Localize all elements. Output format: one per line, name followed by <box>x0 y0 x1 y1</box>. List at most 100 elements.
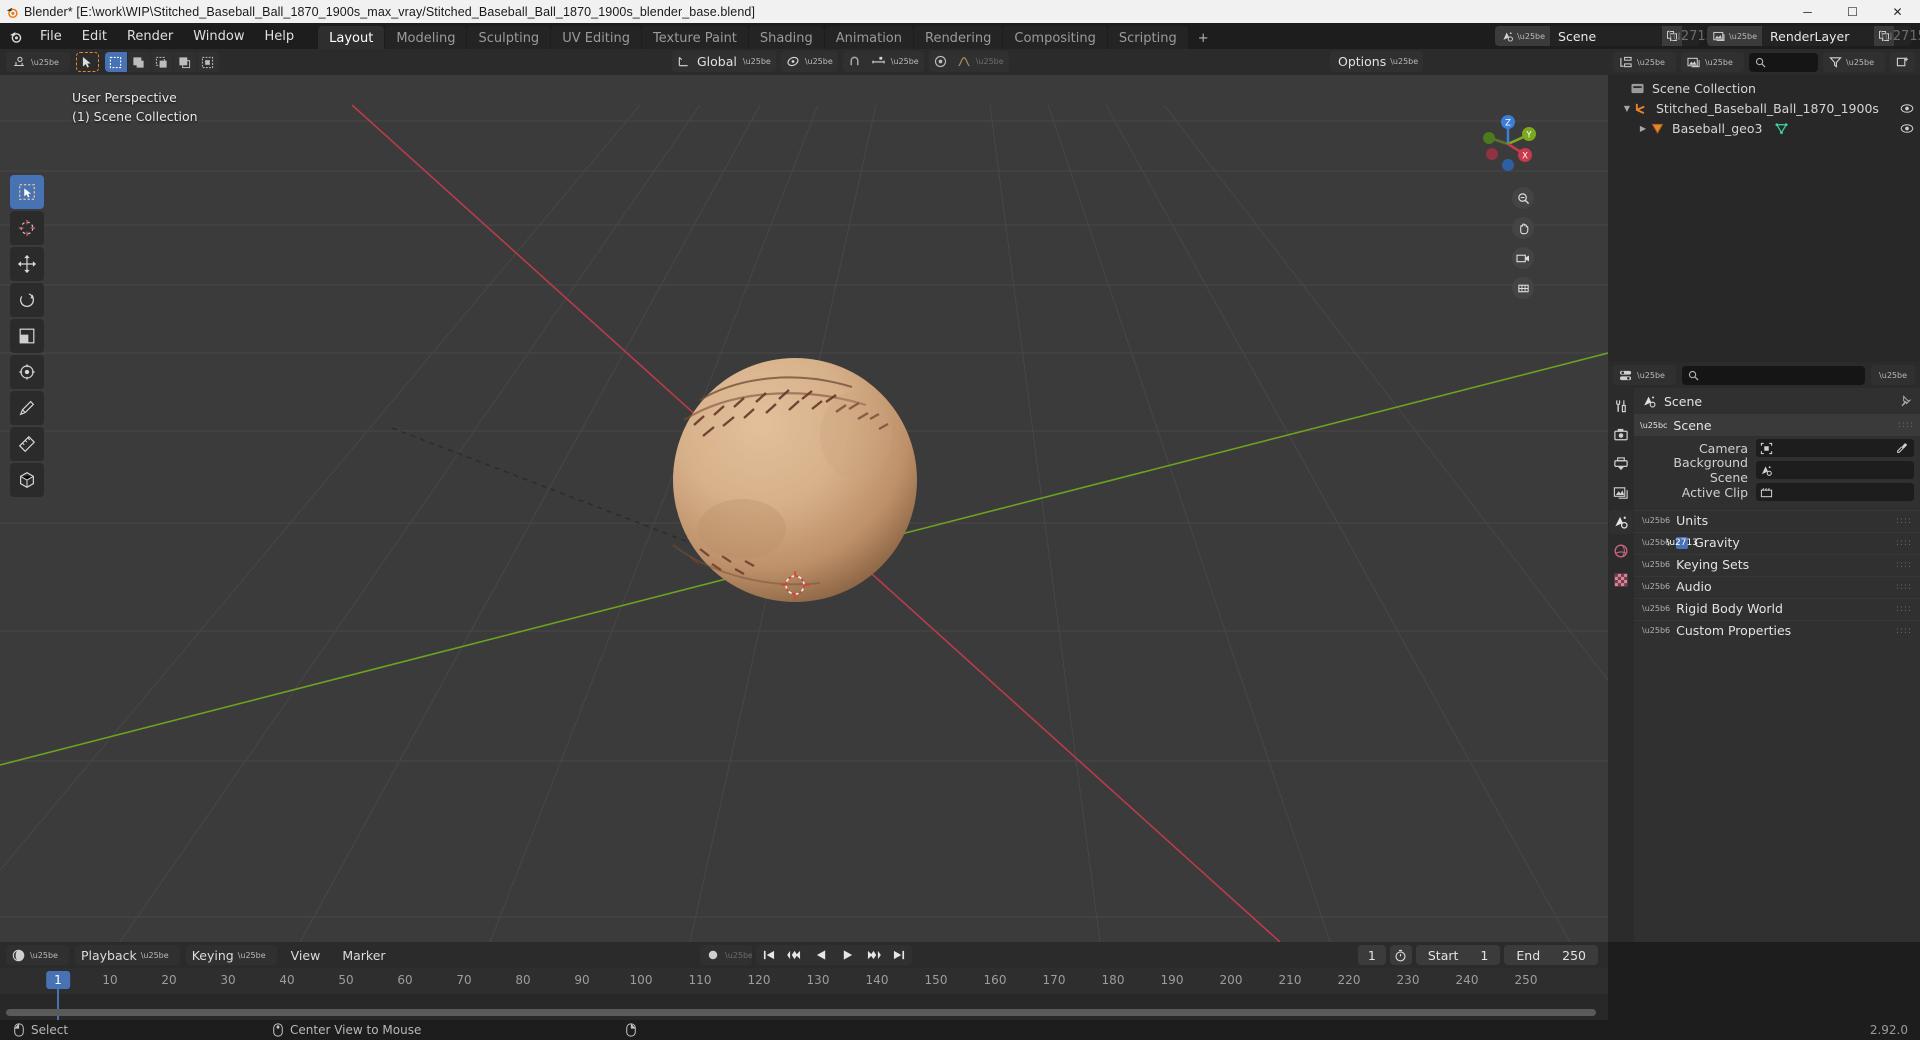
camera-field[interactable] <box>1756 439 1914 457</box>
close-button[interactable]: ✕ <box>1875 0 1920 23</box>
workspace-tab-animation[interactable]: Animation <box>824 26 913 49</box>
workspace-tab-rendering[interactable]: Rendering <box>914 26 1003 49</box>
visibility-eye-icon[interactable] <box>1900 123 1914 134</box>
scene-panel-header[interactable]: \u25bc Scene :::: <box>1634 414 1920 436</box>
properties-editor[interactable]: \u25be \u25be Scene \u25bc Scene:::: Ca… <box>1608 362 1920 942</box>
menu-render[interactable]: Render <box>117 26 183 47</box>
jump-to-end-button[interactable] <box>886 945 912 965</box>
properties-options-chevron-down-icon[interactable]: \u25be <box>1871 365 1915 385</box>
previous-keyframe-button[interactable] <box>782 945 808 965</box>
properties-tab-tool[interactable] <box>1609 394 1633 418</box>
properties-tab-output[interactable] <box>1609 452 1633 476</box>
scene-name[interactable]: Scene <box>1550 29 1662 44</box>
properties-search-input[interactable] <box>1681 365 1866 385</box>
property-row-background-scene[interactable]: Background Scene <box>1634 455 1914 485</box>
pin-icon[interactable] <box>1899 394 1912 408</box>
menu-window[interactable]: Window <box>183 26 254 47</box>
jump-to-start-button[interactable] <box>756 945 782 965</box>
outliner-editor[interactable]: \u25be \u25be \u25be Scene Collection ▼ … <box>1608 49 1920 362</box>
workspace-tab-texture-paint[interactable]: Texture Paint <box>642 26 748 49</box>
magnet-icon[interactable] <box>843 51 866 72</box>
minimize-button[interactable]: ─ <box>1785 0 1830 23</box>
outliner-row-scene-collection[interactable]: Scene Collection <box>1608 78 1920 98</box>
properties-editor-type-icon[interactable]: \u25be <box>1613 365 1676 385</box>
add-workspace-button[interactable]: + <box>1189 26 1218 49</box>
workspace-tab-sculpting[interactable]: Sculpting <box>467 26 551 49</box>
start-frame-field[interactable]: Start 1 <box>1415 945 1501 965</box>
timeline-editor[interactable]: \u25be Playback \u25be Keying \u25be View … <box>0 942 1608 1020</box>
tool-add-cube[interactable] <box>10 463 44 497</box>
mesh-data-icon[interactable] <box>1774 122 1789 135</box>
workspace-tab-layout[interactable]: Layout <box>318 26 385 49</box>
select-set-button[interactable] <box>104 52 127 72</box>
property-row-active-clip[interactable]: Active Clip <box>1634 482 1914 502</box>
remove-view-layer-button[interactable]: \u2715 <box>1880 26 1920 46</box>
outliner-disclosure[interactable]: ▼ <box>1620 104 1634 113</box>
snap-target-icon[interactable] <box>866 51 891 72</box>
snapping-controls[interactable]: \u25be <box>842 51 924 72</box>
transform-orientation-dropdown[interactable]: Global \u25be <box>672 51 776 72</box>
editor-type-icon[interactable]: \u25be <box>6 52 70 72</box>
properties-tab-texture[interactable] <box>1609 568 1633 592</box>
navigation-gizmo[interactable]: Z Y X <box>1472 108 1544 180</box>
viewlayer-selector[interactable]: \u25be RenderLayer \u2715 <box>1707 26 1920 46</box>
subpanel-units[interactable]: \u25b6 Units :::: <box>1634 510 1920 530</box>
outliner-disclosure[interactable]: ▶ <box>1636 124 1650 133</box>
zoom-icon[interactable] <box>1512 187 1534 209</box>
viewport-3d[interactable]: User Perspective (1) Scene Collection Z … <box>0 75 1608 942</box>
playhead[interactable]: 1 <box>46 971 70 989</box>
eyedropper-icon[interactable] <box>1894 442 1910 454</box>
pan-hand-icon[interactable] <box>1512 217 1534 239</box>
outliner-tree[interactable]: Scene Collection ▼ Stitched_Baseball_Bal… <box>1608 75 1920 138</box>
subpanel-rigid-body-world[interactable]: \u25b6 Rigid Body World :::: <box>1634 598 1920 618</box>
proportional-editing-controls[interactable]: \u25be <box>928 51 1009 72</box>
tool-measure[interactable] <box>10 427 44 461</box>
timeline-ruler[interactable]: 10 20 30 40 50 60 70 80 90 100 110 120 1… <box>0 968 1608 1020</box>
properties-tab-view-layer[interactable] <box>1609 481 1633 505</box>
options-dropdown[interactable]: Options \u25be <box>1330 51 1424 72</box>
timeline-menu-view[interactable]: View <box>283 946 329 965</box>
tweak-tool-button[interactable] <box>75 52 99 72</box>
remove-scene-button[interactable]: \u2715 <box>1668 26 1714 46</box>
tool-move[interactable] <box>10 247 44 281</box>
select-intersect-button[interactable] <box>196 52 219 72</box>
workspace-tab-scripting[interactable]: Scripting <box>1107 26 1188 49</box>
subpanel-gravity[interactable]: \u25b6 \u2713 Gravity :::: <box>1634 532 1920 552</box>
workspace-tab-compositing[interactable]: Compositing <box>1003 26 1107 49</box>
auto-keying-options-chevron-down-icon[interactable]: \u25be <box>725 945 752 965</box>
falloff-curve-icon[interactable] <box>952 51 976 72</box>
camera-view-icon[interactable] <box>1512 247 1534 269</box>
tool-scale[interactable] <box>10 319 44 353</box>
properties-tab-scene[interactable] <box>1609 510 1633 534</box>
maximize-button[interactable]: ☐ <box>1830 0 1875 23</box>
tool-select-box[interactable] <box>10 175 44 209</box>
select-extend-button[interactable] <box>127 52 150 72</box>
proportional-editing-icon[interactable] <box>929 51 952 72</box>
record-auto-keying-button[interactable] <box>700 945 726 965</box>
workspace-tab-modeling[interactable]: Modeling <box>385 26 467 49</box>
properties-tab-render[interactable] <box>1609 423 1633 447</box>
outliner-display-mode-icon[interactable]: \u25be <box>1680 52 1744 72</box>
tool-transform[interactable] <box>10 355 44 389</box>
view-layer-name[interactable]: RenderLayer <box>1762 29 1874 44</box>
background-scene-field[interactable] <box>1756 461 1914 479</box>
menu-help[interactable]: Help <box>255 26 305 47</box>
scene-icon[interactable]: \u25be <box>1495 26 1551 46</box>
outliner-search-input[interactable] <box>1748 52 1819 72</box>
select-subtract-button[interactable] <box>150 52 173 72</box>
active-clip-field[interactable] <box>1756 483 1914 501</box>
end-frame-field[interactable]: End 250 <box>1504 945 1598 965</box>
play-reverse-button[interactable] <box>808 945 834 965</box>
gravity-checkbox[interactable]: \u2713 <box>1666 536 1698 549</box>
timeline-editor-type-icon[interactable]: \u25be <box>6 945 69 965</box>
scene-selector[interactable]: \u25be Scene \u2715 <box>1495 26 1714 46</box>
timeline-menu-keying[interactable]: Keying \u25be <box>185 945 277 965</box>
outliner-row-mesh[interactable]: ▶ Baseball_geo3 <box>1608 118 1920 138</box>
play-button[interactable] <box>834 945 860 965</box>
subpanel-custom-properties[interactable]: \u25b6 Custom Properties :::: <box>1634 620 1920 640</box>
viewport-canvas[interactable] <box>0 75 1608 942</box>
current-frame-field[interactable]: 1 <box>1357 945 1386 965</box>
visibility-eye-icon[interactable] <box>1900 103 1914 114</box>
blender-menu-icon[interactable] <box>0 29 30 44</box>
properties-tab-world[interactable] <box>1609 539 1633 563</box>
